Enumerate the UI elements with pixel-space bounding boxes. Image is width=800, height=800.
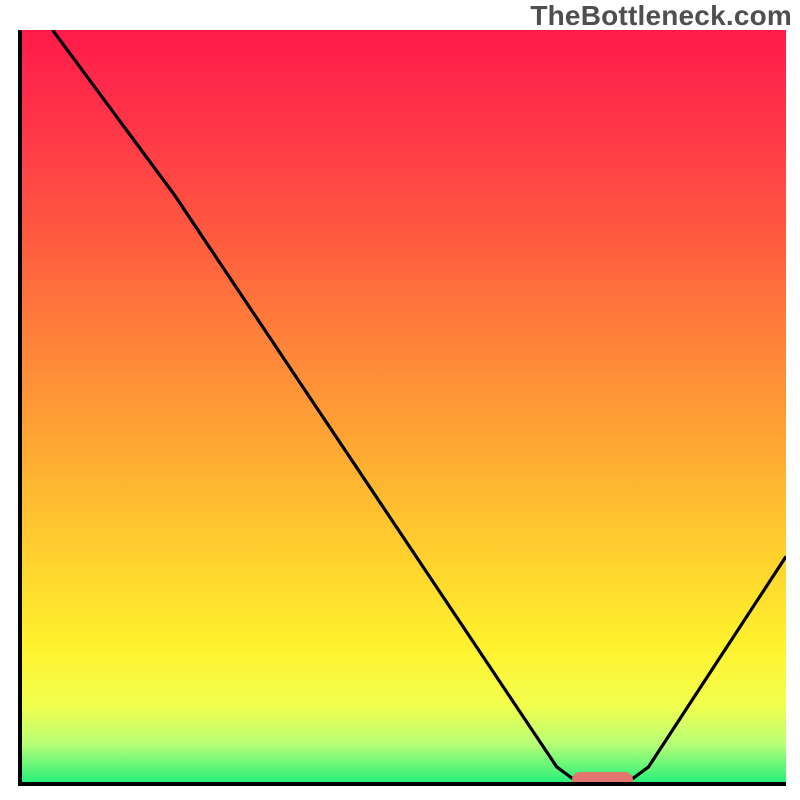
bottleneck-curve [22,30,786,782]
plot-inner [22,30,786,782]
optimal-zone-marker [572,772,633,782]
curve-path [53,30,786,778]
plot-axes [18,30,786,786]
watermark-text: TheBottleneck.com [530,0,792,32]
chart-frame: TheBottleneck.com [0,0,800,800]
